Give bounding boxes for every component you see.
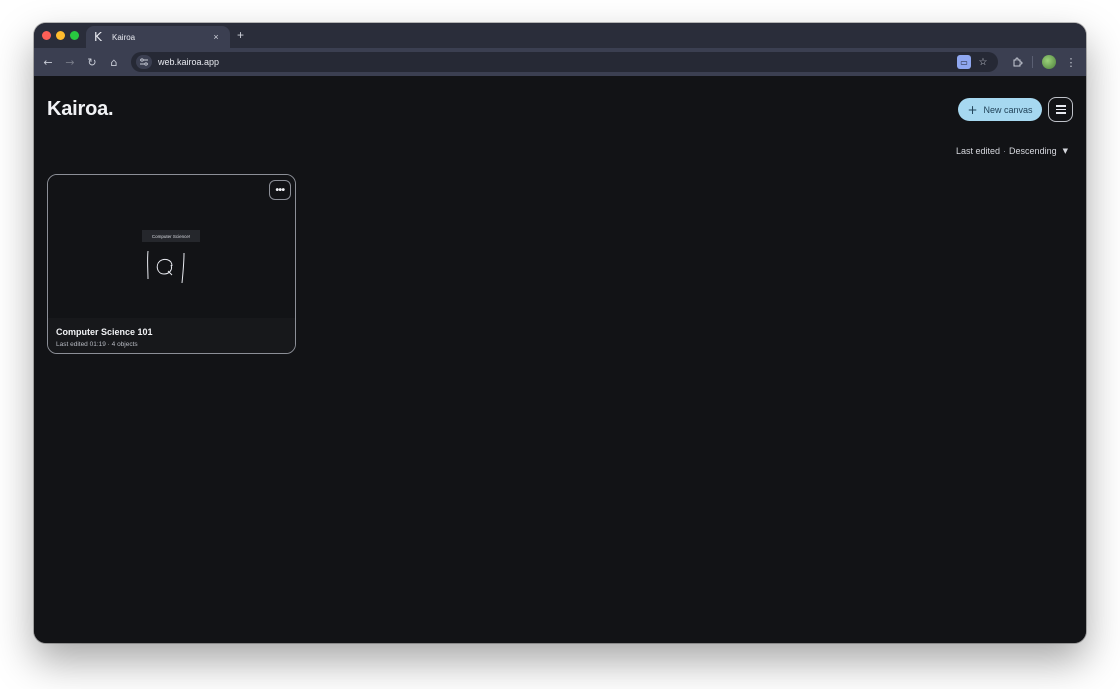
tune-icon	[140, 58, 148, 66]
tab-strip: K Kairoa × +	[34, 23, 1086, 48]
app-logo: Kairoa.	[47, 98, 114, 120]
canvas-preview[interactable]: Computer Science!	[48, 175, 295, 318]
address-bar[interactable]: web.kairoa.app ▭ ☆	[131, 52, 998, 72]
menu-line	[1055, 105, 1066, 107]
new-canvas-button[interactable]: + New canvas	[958, 98, 1042, 121]
url-text: web.kairoa.app	[158, 57, 220, 67]
menu-line	[1055, 112, 1066, 114]
browser-window: K Kairoa × + ← → ↻ ⌂ web.kairoa.app ▭ ☆	[34, 23, 1086, 643]
reload-icon[interactable]: ↻	[84, 54, 100, 70]
menu-line	[1055, 108, 1066, 111]
preview-sketch-drawing	[147, 250, 185, 284]
forward-arrow-icon[interactable]: →	[62, 54, 78, 70]
app-main: Kairoa. + New canvas Last edited · Desce…	[34, 76, 1086, 643]
bookmark-star-icon[interactable]: ☆	[976, 55, 990, 69]
sort-order: Descending	[1009, 146, 1057, 156]
hamburger-menu-button[interactable]	[1048, 97, 1073, 122]
tab-title: Kairoa	[112, 32, 136, 42]
caret-down-icon: ▼	[1062, 147, 1068, 155]
close-window-button[interactable]	[42, 31, 51, 40]
tab-kairoa[interactable]: K Kairoa ×	[86, 26, 230, 48]
kairoa-favicon-icon: K	[94, 30, 102, 44]
sort-field: Last edited	[956, 146, 1001, 156]
browser-menu-kebab-icon[interactable]: ⋮	[1063, 54, 1079, 70]
card-title: Computer Science 101	[56, 327, 153, 337]
back-arrow-icon[interactable]: ←	[40, 54, 56, 70]
sort-separator: ·	[1003, 146, 1007, 156]
profile-avatar-icon[interactable]	[1042, 55, 1056, 69]
card-footer: Computer Science 101 Last edited 01:19 ·…	[48, 318, 295, 353]
toolbar-divider	[1032, 56, 1033, 68]
preview-text-box: Computer Science!	[142, 230, 200, 242]
cast-icon[interactable]: ▭	[957, 55, 971, 69]
minimize-window-button[interactable]	[56, 31, 65, 40]
extensions-puzzle-icon[interactable]	[1009, 54, 1025, 70]
card-more-options-button[interactable]: •••	[269, 180, 291, 200]
new-canvas-label: New canvas	[983, 104, 1033, 115]
site-settings-icon[interactable]	[136, 55, 152, 69]
plus-icon: +	[967, 102, 978, 117]
maximize-window-button[interactable]	[70, 31, 79, 40]
home-icon[interactable]: ⌂	[106, 54, 122, 70]
sort-dropdown[interactable]: Last edited · Descending ▼	[956, 146, 1068, 156]
canvas-card[interactable]: Computer Science! ••• Computer Science 1…	[47, 174, 296, 354]
browser-toolbar: ← → ↻ ⌂ web.kairoa.app ▭ ☆ ⋮	[34, 48, 1086, 76]
card-meta: Last edited 01:19 · 4 objects	[56, 341, 138, 348]
tab-close-icon[interactable]: ×	[210, 32, 222, 42]
new-tab-button[interactable]: +	[237, 28, 244, 42]
